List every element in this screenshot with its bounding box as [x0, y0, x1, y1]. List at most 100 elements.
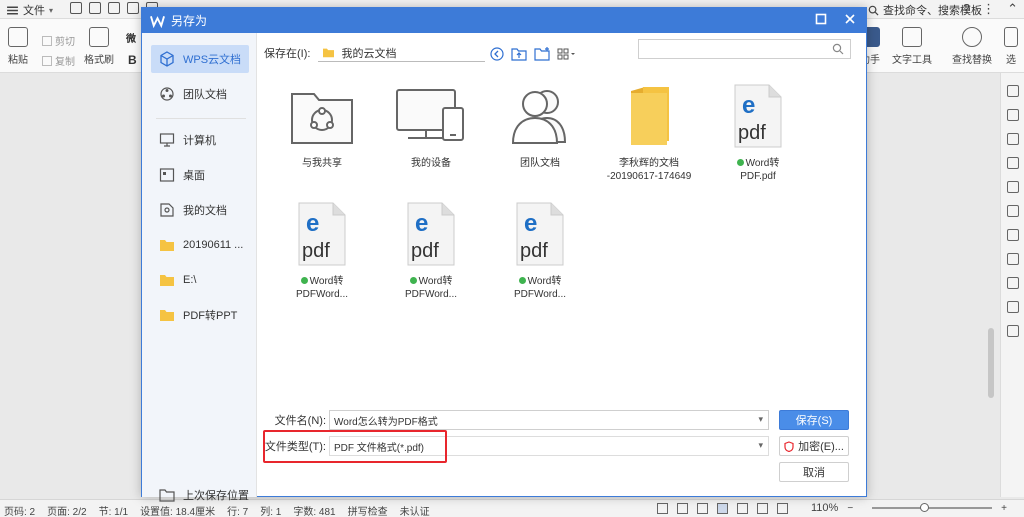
chevron-down-icon[interactable]: ▾: [758, 440, 763, 451]
file-name-text: Word转: [745, 158, 780, 169]
wps-logo-icon: [150, 15, 165, 28]
search-icon: [832, 43, 844, 55]
file-item-pdf-4[interactable]: e pdf Word转 PDFWord...: [488, 198, 592, 313]
cancel-button[interactable]: 取消: [779, 462, 849, 482]
find-replace-label: 查找替换: [952, 55, 992, 66]
format-painter-button[interactable]: 格式刷: [84, 27, 114, 66]
eye-icon[interactable]: [677, 502, 688, 514]
share-icon[interactable]: [1006, 181, 1019, 193]
zoom-knob[interactable]: [920, 503, 930, 512]
file-list: 与我共享 我的设备 团队文档 李秋辉的文档 -20190617-174649 e…: [262, 80, 862, 380]
close-icon[interactable]: [844, 13, 856, 25]
zoom-out-icon[interactable]: −: [847, 503, 853, 514]
view-grid-icon[interactable]: [557, 48, 577, 60]
print-quick-icon[interactable]: [108, 2, 120, 14]
file-name-text: Word转: [527, 276, 562, 287]
fit-width-icon[interactable]: [657, 502, 668, 514]
select-label: 选: [1006, 55, 1016, 66]
select-icon: [1004, 27, 1018, 47]
file-item-my-device[interactable]: 我的设备: [379, 80, 483, 195]
file-item-team-docs[interactable]: 团队文档: [488, 80, 592, 195]
encrypt-button[interactable]: 加密(E)...: [779, 436, 849, 456]
help-icon[interactable]: ?: [963, 1, 970, 17]
shapes-icon[interactable]: [1006, 109, 1019, 121]
select-button[interactable]: 选: [1004, 27, 1018, 66]
more-icon[interactable]: ⋮: [982, 1, 995, 17]
backup-icon[interactable]: [1006, 277, 1019, 289]
copy-label: 复制: [55, 57, 75, 68]
save-quick-icon[interactable]: [70, 2, 82, 14]
sidebar-item-desktop[interactable]: 桌面: [151, 161, 249, 189]
sidebar-item-team-docs[interactable]: 团队文档: [151, 80, 249, 108]
cut-button[interactable]: 剪切: [42, 33, 75, 48]
status-spell[interactable]: 拼写检查: [348, 503, 388, 517]
reading-view-icon[interactable]: [777, 502, 788, 514]
file-item-user-folder[interactable]: 李秋辉的文档 -20190617-174649: [597, 80, 701, 195]
filename-input[interactable]: Word怎么转为PDF格式 ▾: [329, 410, 769, 430]
zoom-level[interactable]: 110%: [811, 502, 838, 514]
pdf-file-icon: e pdf: [516, 202, 564, 266]
file-name: 李秋辉的文档 -20190617-174649: [597, 157, 701, 183]
sidebar-item-drive-e[interactable]: E:\: [151, 266, 249, 294]
file-name: Word转 PDF.pdf: [706, 157, 810, 183]
copy-button[interactable]: 复制: [42, 53, 75, 68]
sidebar-divider: [156, 118, 246, 119]
status-page-num[interactable]: 页码: 2: [4, 503, 35, 517]
app-window-buttons: ? ⋮ ⌃: [963, 1, 1018, 17]
file-item-pdf-3[interactable]: e pdf Word转 PDFWord...: [379, 198, 483, 313]
image-icon[interactable]: [1006, 157, 1019, 169]
document-scrollbar[interactable]: [988, 328, 994, 398]
pen-icon[interactable]: [697, 502, 708, 514]
export-quick-icon[interactable]: [89, 2, 101, 14]
sidebar-item-folder-20190611[interactable]: 20190611 ...: [151, 231, 249, 259]
maximize-icon[interactable]: [815, 13, 827, 25]
filename-row: 文件名(N): Word怎么转为PDF格式 ▾: [262, 410, 769, 430]
zoom-slider[interactable]: [872, 503, 993, 512]
translate-icon[interactable]: [1006, 205, 1019, 217]
sidebar-item-wps-cloud[interactable]: WPS云文档: [151, 45, 249, 73]
sidebar-item-computer[interactable]: 计算机: [151, 126, 249, 154]
file-menu[interactable]: 文件 ▾: [6, 2, 53, 18]
recent-location-button[interactable]: 上次保存位置: [159, 487, 249, 503]
file-item-pdf-2[interactable]: e pdf Word转 PDFWord...: [270, 198, 374, 313]
bold-button[interactable]: B: [128, 53, 137, 67]
status-words[interactable]: 字数: 481: [293, 503, 335, 517]
navigation-icons: [490, 47, 577, 61]
web-view-icon[interactable]: [757, 502, 768, 514]
back-icon[interactable]: [490, 47, 504, 61]
status-cert[interactable]: 未认证: [400, 503, 430, 517]
file-item-pdf-1[interactable]: e pdf Word转 PDF.pdf: [706, 80, 810, 195]
svg-text:pdf: pdf: [738, 122, 766, 144]
cursor-icon[interactable]: [1006, 85, 1019, 97]
file-item-shared[interactable]: 与我共享: [270, 80, 374, 195]
zoom-in-icon[interactable]: +: [1001, 503, 1007, 514]
picture-icon[interactable]: [1006, 301, 1019, 313]
sidebar-item-label: WPS云文档: [183, 54, 242, 66]
up-folder-icon[interactable]: [511, 47, 527, 61]
collapse-icon[interactable]: ⌃: [1007, 1, 1018, 17]
find-replace-button[interactable]: 查找替换: [952, 27, 992, 66]
svg-text:pdf: pdf: [520, 240, 548, 262]
layout-icon[interactable]: [1006, 325, 1019, 337]
file-name-line2: PDFWord...: [513, 289, 567, 300]
new-folder-icon[interactable]: [534, 47, 550, 61]
svg-text:e: e: [415, 210, 428, 237]
settings-icon[interactable]: [1006, 133, 1019, 145]
file-search-input[interactable]: [639, 40, 819, 58]
preview-quick-icon[interactable]: [127, 2, 139, 14]
save-in-path[interactable]: 我的云文档: [318, 44, 486, 62]
page-view-icon[interactable]: [717, 502, 728, 514]
paste-button[interactable]: 粘贴: [8, 27, 28, 66]
font-name-box[interactable]: 微: [126, 30, 136, 45]
box-icon[interactable]: [1006, 229, 1019, 241]
save-button[interactable]: 保存(S): [779, 410, 849, 430]
sidebar-item-pdf-to-ppt[interactable]: PDF转PPT: [151, 301, 249, 329]
file-search-box[interactable]: [638, 39, 851, 59]
file-menu-label: 文件: [23, 5, 45, 17]
text-tools-button[interactable]: 文字工具: [892, 27, 932, 66]
sidebar-item-my-docs[interactable]: 我的文档: [151, 196, 249, 224]
chevron-down-icon[interactable]: ▾: [758, 414, 763, 425]
outline-view-icon[interactable]: [737, 502, 748, 514]
sidebar-item-label: PDF转PPT: [183, 310, 238, 322]
help-circle-icon[interactable]: [1006, 253, 1019, 265]
